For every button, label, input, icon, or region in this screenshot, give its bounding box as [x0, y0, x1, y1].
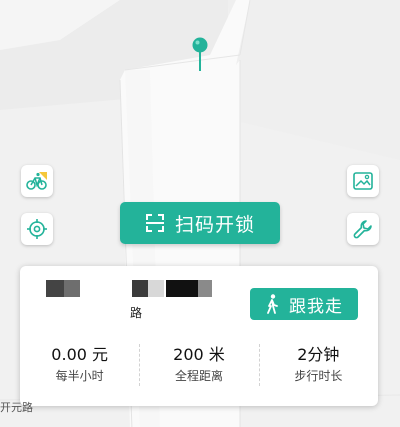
scan-unlock-button[interactable]: 扫码开锁 [120, 202, 280, 244]
scan-unlock-label: 扫码开锁 [174, 213, 255, 236]
repair-button[interactable] [347, 213, 379, 245]
locate-button[interactable] [21, 213, 53, 245]
bike-filter-button[interactable] [21, 165, 53, 197]
map-street-label: 开元路 [0, 401, 33, 414]
stat-price: 0.00 元 每半小时 [20, 340, 139, 390]
stat-label: 全程距离 [174, 369, 223, 383]
stat-label: 每半小时 [55, 369, 104, 383]
stat-value: 0.00 元 [51, 345, 109, 364]
stat-distance: 200 米 全程距离 [139, 340, 258, 390]
stat-value: 200 米 [173, 345, 225, 364]
scan-icon [145, 214, 164, 232]
redacted-block [166, 280, 198, 297]
redacted-block [132, 280, 148, 297]
stat-walk-time: 2分钟 步行时长 [258, 340, 378, 390]
stat-label: 步行时长 [294, 369, 343, 383]
walk-icon [267, 294, 278, 314]
bike-icon [26, 172, 47, 190]
image-button[interactable] [347, 165, 379, 197]
stat-value: 2分钟 [297, 345, 340, 364]
route-info-card: 路 跟我走 0.00 元 每半小时 200 米 全程距离 2分钟 步行时长 [20, 266, 378, 406]
redacted-block [64, 280, 80, 297]
image-icon [353, 172, 373, 190]
map-pin-icon [191, 36, 209, 72]
redacted-block [148, 280, 164, 297]
follow-me-button[interactable]: 跟我走 [250, 288, 358, 320]
wrench-icon [353, 220, 372, 239]
redacted-block [46, 280, 64, 297]
locate-icon [27, 219, 47, 239]
route-stats: 0.00 元 每半小时 200 米 全程距离 2分钟 步行时长 [20, 340, 378, 390]
follow-me-label: 跟我走 [289, 296, 343, 317]
redacted-block [198, 280, 212, 297]
road-label: 路 [130, 306, 143, 320]
